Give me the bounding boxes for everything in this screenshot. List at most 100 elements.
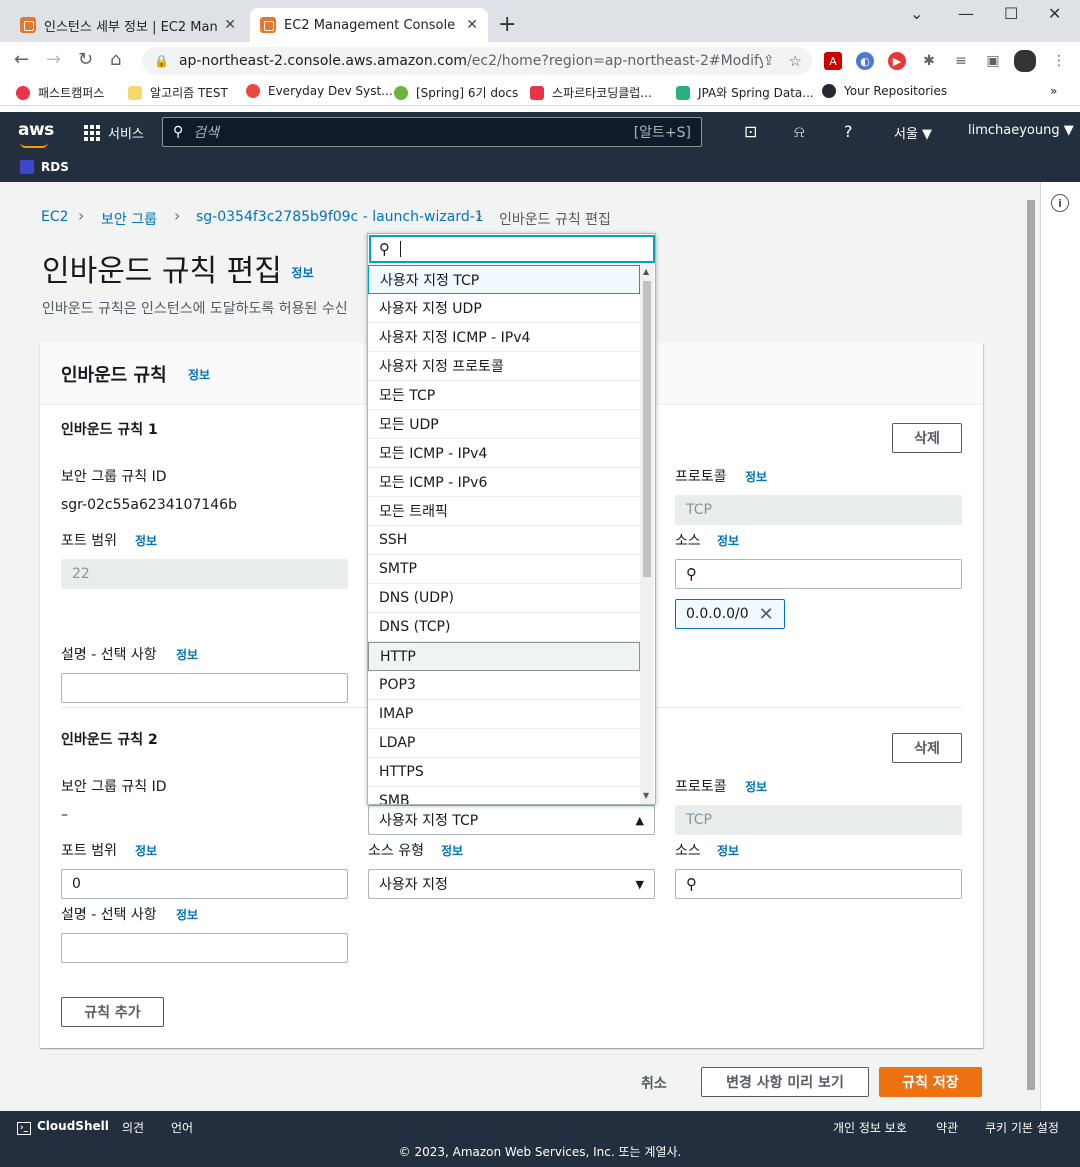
account-menu[interactable]: limchaeyoung ▼ (968, 123, 1074, 138)
info-link[interactable]: 정보 (441, 842, 463, 859)
info-link[interactable]: 정보 (291, 266, 313, 280)
page-scrollbar[interactable] (1025, 188, 1037, 1108)
puzzle-extensions-icon[interactable]: ✱ (920, 52, 938, 70)
bookmark-item[interactable]: 스파르타코딩클럽... (530, 84, 652, 101)
bookmark-star-icon[interactable]: ☆ (789, 52, 802, 70)
breadcrumb-ec2[interactable]: EC2 (41, 209, 69, 225)
cancel-button[interactable]: 취소 (641, 1073, 667, 1093)
cloudshell-icon[interactable]: ⊡ (744, 122, 757, 141)
dropdown-option[interactable]: HTTP (368, 642, 640, 671)
side-panel-icon[interactable]: ▣ (984, 52, 1002, 70)
info-link[interactable]: 정보 (717, 532, 739, 549)
dropdown-option[interactable]: 사용자 지정 UDP (368, 294, 640, 323)
dropdown-scrollbar[interactable]: ▲ ▼ (640, 265, 654, 804)
aws-search-input[interactable]: ⚲ 검색 [알트+S] (162, 117, 702, 147)
breadcrumb-security-groups[interactable]: 보안 그룹 (101, 209, 157, 229)
rds-shortcut[interactable]: RDS (41, 160, 69, 174)
info-link[interactable]: 정보 (176, 646, 198, 663)
dropdown-option[interactable]: 모든 트래픽 (368, 497, 640, 526)
save-rules-button[interactable]: 규칙 저장 (879, 1067, 982, 1097)
dropdown-option[interactable]: 모든 ICMP - IPv6 (368, 468, 640, 497)
cookie-preferences-link[interactable]: 쿠키 기본 설정 (985, 1119, 1059, 1136)
extension-icon[interactable]: ◐ (856, 52, 874, 70)
dropdown-option[interactable]: 사용자 지정 ICMP - IPv4 (368, 323, 640, 352)
dropdown-filter-input[interactable]: ⚲ (369, 235, 655, 263)
language-link[interactable]: 언어 (171, 1119, 193, 1136)
bookmark-item[interactable]: 알고리즘 TEST (128, 84, 228, 101)
delete-rule-button[interactable]: 삭제 (892, 423, 962, 453)
type-select[interactable]: 사용자 지정 TCP ▲ (368, 805, 655, 835)
dropdown-option[interactable]: 모든 UDP (368, 410, 640, 439)
info-panel-icon[interactable]: i (1051, 194, 1069, 212)
browser-tab-ec2-console[interactable]: EC2 Management Console ✕ (250, 8, 488, 42)
info-link[interactable]: 정보 (717, 842, 739, 859)
sg-rule-id-label: 보안 그룹 규칙 ID (61, 779, 167, 795)
breadcrumb-security-group[interactable]: sg-0354f3c2785b9f09c - launch-wizard-1 (196, 209, 484, 225)
bookmark-item[interactable]: [Spring] 6기 docs (394, 84, 518, 101)
notifications-bell-icon[interactable]: ⍾ (794, 122, 805, 142)
dropdown-option[interactable]: HTTPS (368, 758, 640, 787)
source-search-input[interactable]: ⚲ (675, 559, 962, 589)
cloudshell-link[interactable]: ›_ CloudShell (17, 1119, 109, 1135)
forward-icon[interactable]: → (46, 49, 61, 70)
maximize-icon[interactable]: ☐ (1004, 4, 1018, 23)
dropdown-option[interactable]: DNS (TCP) (368, 613, 640, 642)
aws-logo[interactable]: aws (18, 120, 54, 148)
preview-changes-button[interactable]: 변경 사항 미리 보기 (701, 1067, 869, 1097)
dropdown-option[interactable]: SSH (368, 526, 640, 555)
tab-search-icon[interactable]: ⌄ (910, 4, 923, 23)
new-tab-icon[interactable]: + (498, 12, 516, 37)
dropdown-option[interactable]: DNS (UDP) (368, 584, 640, 613)
dropdown-option[interactable]: LDAP (368, 729, 640, 758)
feedback-link[interactable]: 의견 (122, 1119, 144, 1136)
bookmark-item[interactable]: JPA와 Spring Data... (676, 84, 814, 101)
port-range-input[interactable]: 22 (61, 559, 348, 589)
info-link[interactable]: 정보 (745, 468, 767, 485)
remove-token-icon[interactable]: ✕ (759, 604, 774, 625)
info-link[interactable]: 정보 (745, 778, 767, 795)
dropdown-option[interactable]: SMB (368, 787, 640, 804)
description-input[interactable] (61, 673, 348, 703)
close-tab-icon[interactable]: ✕ (466, 17, 478, 33)
close-window-icon[interactable]: ✕ (1048, 4, 1061, 23)
delete-rule-button[interactable]: 삭제 (892, 733, 962, 763)
dropdown-option[interactable]: POP3 (368, 671, 640, 700)
pdf-extension-icon[interactable]: A (824, 52, 842, 70)
services-menu-button[interactable]: 서비스 (84, 123, 144, 142)
help-icon[interactable]: ? (844, 122, 853, 141)
source-search-input[interactable]: ⚲ (675, 869, 962, 899)
video-extension-icon[interactable]: ▶ (888, 52, 906, 70)
minimize-icon[interactable]: — (958, 4, 974, 23)
description-input[interactable] (61, 933, 348, 963)
profile-avatar[interactable] (1014, 50, 1036, 72)
source-type-select[interactable]: 사용자 지정 ▼ (368, 869, 655, 899)
close-tab-icon[interactable]: ✕ (224, 17, 236, 33)
bookmarks-overflow-icon[interactable]: » (1050, 84, 1057, 98)
dropdown-option[interactable]: IMAP (368, 700, 640, 729)
back-icon[interactable]: ← (14, 49, 29, 70)
privacy-link[interactable]: 개인 정보 보호 (833, 1119, 907, 1136)
info-link[interactable]: 정보 (135, 532, 157, 549)
info-link[interactable]: 정보 (188, 366, 210, 383)
bookmark-item[interactable]: 패스트캠퍼스 (16, 84, 104, 101)
dropdown-option[interactable]: 사용자 지정 TCP (368, 265, 640, 294)
port-range-input[interactable]: 0 (61, 869, 348, 899)
dropdown-option[interactable]: 모든 ICMP - IPv4 (368, 439, 640, 468)
terms-link[interactable]: 약관 (936, 1119, 958, 1136)
share-icon[interactable]: ⇪ (763, 53, 775, 69)
info-link[interactable]: 정보 (135, 842, 157, 859)
reload-icon[interactable]: ↻ (78, 49, 93, 70)
dropdown-option[interactable]: 사용자 지정 프로토콜 (368, 352, 640, 381)
browser-menu-icon[interactable]: ⋮ (1050, 52, 1068, 70)
region-selector[interactable]: 서울 ▼ (894, 123, 932, 142)
dropdown-option[interactable]: SMTP (368, 555, 640, 584)
info-link[interactable]: 정보 (176, 906, 198, 923)
media-control-icon[interactable]: ≡ (952, 52, 970, 70)
bookmark-item[interactable]: Your Repositories (822, 84, 947, 98)
address-bar[interactable]: 🔒 ap-northeast-2.console.aws.amazon.com/… (142, 47, 812, 75)
browser-tab-instance-details[interactable]: 인스턴스 세부 정보 | EC2 Manag ✕ (10, 8, 246, 42)
add-rule-button[interactable]: 규칙 추가 (61, 997, 164, 1027)
home-icon[interactable]: ⌂ (110, 49, 121, 70)
dropdown-option[interactable]: 모든 TCP (368, 381, 640, 410)
bookmark-item[interactable]: Everyday Dev Syst... (246, 84, 393, 98)
